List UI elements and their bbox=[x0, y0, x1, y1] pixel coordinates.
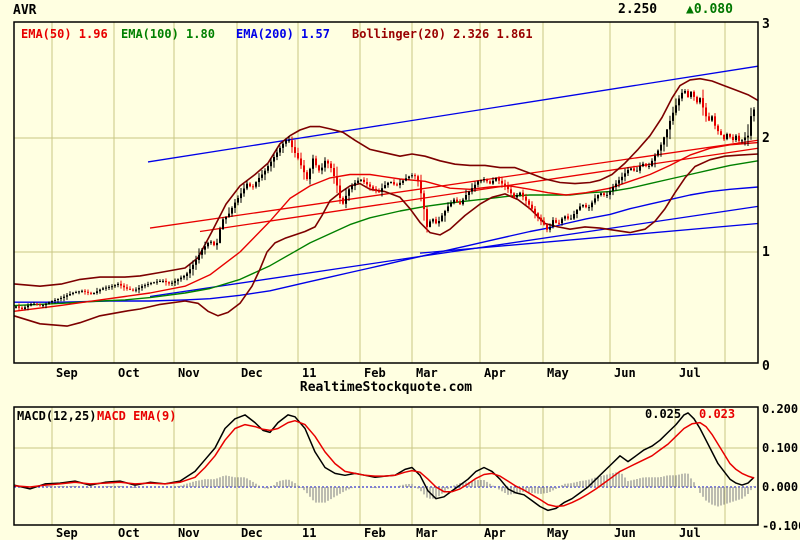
svg-text:Mar: Mar bbox=[416, 526, 438, 540]
svg-text:Dec: Dec bbox=[241, 526, 263, 540]
svg-text:Jun: Jun bbox=[614, 366, 636, 380]
macd-histogram bbox=[24, 471, 755, 507]
chart-canvas: Sep Oct Nov Dec 11 Feb Mar Apr May Jun Jul 3 2 1 0 Sep O… bbox=[13, 17, 800, 540]
macd-y-axis: 0.200 0.100 0.000 -0.100 bbox=[762, 402, 800, 533]
macd-plot-border bbox=[13, 406, 759, 526]
svg-text:Nov: Nov bbox=[178, 366, 200, 380]
macd-grid bbox=[14, 407, 758, 525]
svg-text:May: May bbox=[547, 366, 569, 380]
svg-text:11: 11 bbox=[302, 526, 316, 540]
price-y-axis: 3 2 1 0 bbox=[762, 17, 770, 374]
svg-text:Feb: Feb bbox=[364, 526, 386, 540]
macd-signal-line bbox=[13, 419, 755, 508]
svg-text:11: 11 bbox=[302, 366, 316, 380]
macd-line bbox=[13, 412, 755, 512]
legend-ema100: EMA(100) 1.80 bbox=[121, 27, 215, 41]
svg-text:0.000: 0.000 bbox=[762, 480, 798, 494]
bollinger-upper-band bbox=[13, 77, 759, 287]
trend-channels bbox=[147, 65, 759, 298]
svg-text:Apr: Apr bbox=[484, 526, 506, 540]
svg-text:Dec: Dec bbox=[241, 366, 263, 380]
svg-text:Jul: Jul bbox=[679, 366, 701, 380]
svg-text:2: 2 bbox=[762, 131, 770, 146]
svg-text:0.200: 0.200 bbox=[762, 402, 798, 416]
svg-text:Oct: Oct bbox=[118, 366, 140, 380]
watermark: RealtimeStockquote.com bbox=[299, 380, 473, 395]
price-panel: Sep Oct Nov Dec 11 Feb Mar Apr May Jun Jul 3 2 1 0 bbox=[13, 17, 770, 380]
svg-text:Oct: Oct bbox=[118, 526, 140, 540]
price-x-axis: Sep Oct Nov Dec 11 Feb Mar Apr May Jun Jul bbox=[56, 366, 701, 380]
svg-text:-0.100: -0.100 bbox=[762, 519, 800, 533]
legend-ema200: EMA(200) 1.57 bbox=[236, 27, 330, 41]
svg-text:0: 0 bbox=[762, 359, 770, 374]
macd-x-axis: Sep Oct Nov Dec 11 Feb Mar Apr May Jun Jul bbox=[56, 526, 701, 540]
ticker-symbol: AVR bbox=[13, 3, 37, 18]
svg-text:Apr: Apr bbox=[484, 366, 506, 380]
svg-text:Feb: Feb bbox=[364, 366, 386, 380]
legend-ema50: EMA(50) 1.96 bbox=[21, 27, 108, 41]
svg-text:3: 3 bbox=[762, 17, 770, 32]
svg-text:Sep: Sep bbox=[56, 366, 78, 380]
last-price: 2.250 bbox=[618, 2, 658, 17]
legend-macd: MACD(12,25) bbox=[17, 409, 97, 423]
svg-text:Mar: Mar bbox=[416, 366, 438, 380]
price-change: ▲0.080 bbox=[686, 2, 733, 17]
svg-text:1: 1 bbox=[762, 245, 770, 260]
svg-text:May: May bbox=[547, 526, 569, 540]
ema50-line bbox=[13, 141, 759, 312]
svg-text:Nov: Nov bbox=[178, 526, 200, 540]
svg-text:0.100: 0.100 bbox=[762, 441, 798, 455]
svg-text:Jun: Jun bbox=[614, 526, 636, 540]
svg-text:Sep: Sep bbox=[56, 526, 78, 540]
macd-last-value: 0.025 bbox=[645, 407, 682, 421]
macd-signal-last-value: 0.023 bbox=[699, 407, 736, 421]
legend-macd-signal: MACD EMA(9) bbox=[97, 409, 177, 423]
svg-text:Jul: Jul bbox=[679, 526, 701, 540]
stock-chart: Sep Oct Nov Dec 11 Feb Mar Apr May Jun Jul 3 2 1 0 Sep O… bbox=[0, 0, 800, 540]
legend-bollinger: Bollinger(20) 2.326 1.861 bbox=[352, 27, 533, 41]
